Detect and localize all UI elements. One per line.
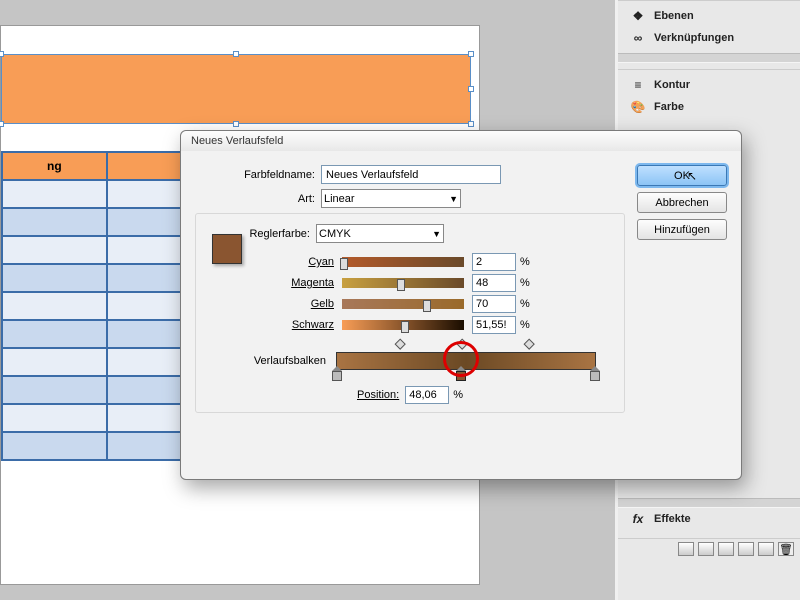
panel-divider [618, 53, 800, 63]
selection-handle[interactable] [0, 51, 4, 57]
selection-handle[interactable] [468, 51, 474, 57]
verlaufsbalken-label: Verlaufsbalken [206, 355, 326, 367]
name-label: Farbfeldname: [195, 169, 315, 181]
swatch-btn[interactable] [718, 542, 734, 556]
panel-label: Farbe [654, 101, 684, 113]
color-stop-selected[interactable] [456, 371, 466, 381]
layers-icon: ❖ [630, 9, 646, 23]
pct-label: % [453, 389, 463, 401]
magenta-label: Magenta [260, 277, 334, 289]
magenta-input[interactable] [472, 274, 516, 292]
magenta-slider[interactable] [342, 278, 464, 288]
trash-icon[interactable]: 🗑 [778, 542, 794, 556]
color-stop[interactable] [590, 371, 600, 381]
selection-handle[interactable] [233, 121, 239, 127]
position-input[interactable] [405, 386, 449, 404]
swatch-btn[interactable] [738, 542, 754, 556]
schwarz-input[interactable] [472, 316, 516, 334]
panel-label: Effekte [654, 513, 691, 525]
midpoint-stop[interactable] [456, 339, 467, 350]
panel-layers[interactable]: ❖ Ebenen [618, 5, 800, 27]
midpoint-stop[interactable] [394, 339, 405, 350]
gelb-input[interactable] [472, 295, 516, 313]
chevron-down-icon: ▼ [449, 194, 458, 204]
selected-orange-rectangle[interactable] [1, 54, 471, 124]
swatch-name-input[interactable] [321, 165, 501, 184]
type-select[interactable]: Linear ▼ [321, 189, 461, 208]
current-color-swatch[interactable] [212, 234, 242, 264]
panel-label: Ebenen [654, 10, 694, 22]
cyan-slider[interactable] [342, 257, 464, 267]
swatch-btn[interactable] [698, 542, 714, 556]
panel-divider [618, 498, 800, 508]
yellow-slider[interactable] [342, 299, 464, 309]
palette-icon: 🎨 [630, 100, 646, 114]
color-stop[interactable] [332, 371, 342, 381]
stroke-icon: ≡ [630, 78, 646, 92]
add-button[interactable]: Hinzufügen [637, 219, 727, 240]
new-gradient-swatch-dialog: Neues Verlaufsfeld Farbfeldname: Art: Li… [180, 130, 742, 480]
panel-links[interactable]: ∞ Verknüpfungen [618, 27, 800, 49]
panel-color[interactable]: 🎨 Farbe [618, 96, 800, 118]
gradient-ramp[interactable] [336, 352, 596, 370]
reglerfarbe-value: CMYK [319, 228, 351, 240]
swatch-btn[interactable] [758, 542, 774, 556]
panel-stroke[interactable]: ≡ Kontur [618, 74, 800, 96]
swatch-btn[interactable] [678, 542, 694, 556]
selection-handle[interactable] [468, 86, 474, 92]
position-label: Position: [357, 389, 399, 401]
selection-handle[interactable] [468, 121, 474, 127]
cancel-button[interactable]: Abbrechen [637, 192, 727, 213]
schwarz-label: Schwarz [260, 319, 334, 331]
dialog-title: Neues Verlaufsfeld [181, 131, 741, 151]
panel-label: Kontur [654, 79, 690, 91]
pct-label: % [520, 319, 530, 331]
midpoint-stop[interactable] [523, 339, 534, 350]
pct-label: % [520, 277, 530, 289]
selection-handle[interactable] [0, 121, 4, 127]
type-label: Art: [195, 193, 315, 205]
panel-label: Verknüpfungen [654, 32, 734, 44]
color-group: Reglerfarbe: CMYK ▼ Cyan [195, 213, 625, 413]
cyan-input[interactable] [472, 253, 516, 271]
link-icon: ∞ [630, 31, 646, 45]
cyan-label: Cyan [260, 256, 334, 268]
selection-handle[interactable] [233, 51, 239, 57]
pct-label: % [520, 256, 530, 268]
ok-button[interactable]: OK [637, 165, 727, 186]
reglerfarbe-select[interactable]: CMYK ▼ [316, 224, 444, 243]
black-slider[interactable] [342, 320, 464, 330]
type-value: Linear [324, 193, 355, 205]
pct-label: % [520, 298, 530, 310]
panel-effects[interactable]: fx Effekte [618, 508, 800, 530]
calendar-header: ng [2, 152, 107, 180]
swatches-toolbar: 🗑 [618, 538, 800, 558]
chevron-down-icon: ▼ [432, 229, 441, 239]
gelb-label: Gelb [260, 298, 334, 310]
fx-icon: fx [630, 512, 646, 526]
